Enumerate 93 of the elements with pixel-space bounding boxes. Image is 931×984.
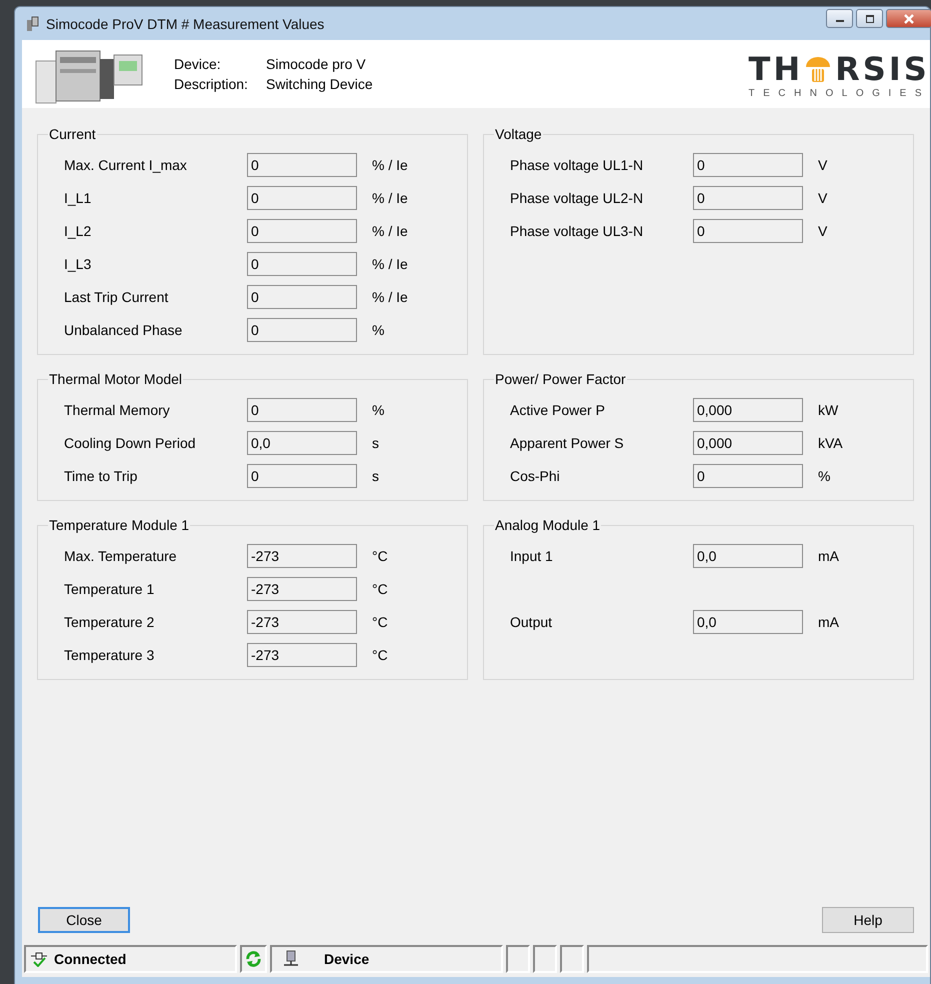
field-label: Temperature 1 xyxy=(64,580,156,596)
close-dialog-button[interactable]: Close xyxy=(38,907,130,933)
connection-status: Connected xyxy=(54,951,126,967)
field-label: Cooling Down Period xyxy=(64,434,197,450)
close-button[interactable] xyxy=(886,9,931,28)
unit-label: s xyxy=(372,434,379,450)
device-status: Device xyxy=(324,951,370,967)
field-label: I_L3 xyxy=(64,256,92,272)
unit-label: % xyxy=(372,402,384,418)
unit-label: % / Ie xyxy=(372,190,408,206)
unit-label: % / Ie xyxy=(372,222,408,238)
field-label: Max. Current I_max xyxy=(64,156,188,172)
unit-label: % / Ie xyxy=(372,288,408,304)
status-panel xyxy=(506,945,530,973)
field-label: I_L2 xyxy=(64,222,92,238)
unit-label: mA xyxy=(818,548,839,564)
maximize-icon xyxy=(864,14,874,22)
field-label: Temperature 3 xyxy=(64,646,156,662)
unit-label: s xyxy=(372,468,379,484)
value-field[interactable]: 0 xyxy=(247,284,357,308)
value-field[interactable]: 0 xyxy=(247,186,357,210)
group-title: Temperature Module 1 xyxy=(48,517,190,533)
field-label: Input 1 xyxy=(510,548,554,564)
value-field[interactable]: 0 xyxy=(693,464,803,488)
value-field[interactable]: 0 xyxy=(247,252,357,276)
field-label: Temperature 2 xyxy=(64,614,156,630)
group-title: Thermal Motor Model xyxy=(48,371,184,387)
field-label: Last Trip Current xyxy=(64,288,170,304)
unit-label: V xyxy=(818,156,828,172)
unit-label: °C xyxy=(372,548,388,564)
value-field[interactable]: -273 xyxy=(247,642,357,666)
unit-label: kVA xyxy=(818,434,843,450)
unit-label: V xyxy=(818,222,828,238)
value-field[interactable]: 0,000 xyxy=(693,430,803,454)
value-field[interactable]: 0 xyxy=(693,218,803,242)
unit-label: % / Ie xyxy=(372,256,408,272)
field-label: I_L1 xyxy=(64,190,92,206)
close-icon xyxy=(903,14,915,24)
logo-text: TH xyxy=(748,52,804,86)
value-field[interactable]: 0,0 xyxy=(693,544,803,568)
value-field[interactable]: 0,0 xyxy=(693,610,803,634)
value-field[interactable]: 0 xyxy=(247,318,357,342)
field-value: Simocode pro V xyxy=(266,55,366,74)
group-title: Power/ Power Factor xyxy=(494,371,627,387)
value-field[interactable]: -273 xyxy=(247,610,357,634)
unit-label: mA xyxy=(818,614,839,630)
field-label: Thermal Memory xyxy=(64,402,171,418)
computer-icon xyxy=(282,950,300,968)
value-field[interactable]: 0 xyxy=(693,152,803,176)
logo-text: RSIS xyxy=(835,52,930,86)
unit-label: % xyxy=(372,322,384,338)
unit-label: °C xyxy=(372,580,388,596)
value-field[interactable]: -273 xyxy=(247,576,357,600)
field-label: Apparent Power S xyxy=(510,434,625,450)
unit-label: % xyxy=(818,468,830,484)
field-label: Description: xyxy=(174,75,249,94)
value-field[interactable]: 0 xyxy=(247,152,357,176)
value-field[interactable]: 0,000 xyxy=(693,398,803,422)
value-field[interactable]: 0 xyxy=(247,398,357,422)
field-label: Phase voltage UL1-N xyxy=(510,156,644,172)
group-title: Current xyxy=(48,126,97,142)
value-field[interactable]: 0 xyxy=(247,218,357,242)
field-label: Unbalanced Phase xyxy=(64,322,184,338)
help-button[interactable]: Help xyxy=(822,907,914,933)
value-field[interactable]: 0 xyxy=(247,464,357,488)
status-panel xyxy=(560,945,584,973)
minimize-button[interactable] xyxy=(826,9,853,28)
group-title: Analog Module 1 xyxy=(494,517,602,533)
connected-icon xyxy=(30,951,48,967)
group-title: Voltage xyxy=(494,126,543,142)
field-label: Active Power P xyxy=(510,402,606,418)
value-field[interactable]: 0 xyxy=(693,186,803,210)
maximize-button[interactable] xyxy=(856,9,883,28)
unit-label: kW xyxy=(818,402,838,418)
logo-subtitle: TECHNOLOGIES xyxy=(748,88,930,98)
value-field[interactable]: -273 xyxy=(247,544,357,568)
unit-label: V xyxy=(818,190,828,206)
field-label: Phase voltage UL2-N xyxy=(510,190,644,206)
field-label: Phase voltage UL3-N xyxy=(510,222,644,238)
field-label: Device: xyxy=(174,55,222,74)
field-label: Output xyxy=(510,614,554,630)
app-icon xyxy=(26,16,40,32)
unit-label: °C xyxy=(372,614,388,630)
unit-label: °C xyxy=(372,646,388,662)
unit-label: % / Ie xyxy=(372,156,408,172)
field-label: Time to Trip xyxy=(64,468,138,484)
value-field[interactable]: 0,0 xyxy=(247,430,357,454)
status-panel xyxy=(533,945,557,973)
field-value: Switching Device xyxy=(266,75,373,94)
window-title: Simocode ProV DTM # Measurement Values xyxy=(46,16,324,32)
field-label: Cos-Phi xyxy=(510,468,561,484)
field-label: Max. Temperature xyxy=(64,548,178,564)
refresh-icon xyxy=(244,949,263,969)
